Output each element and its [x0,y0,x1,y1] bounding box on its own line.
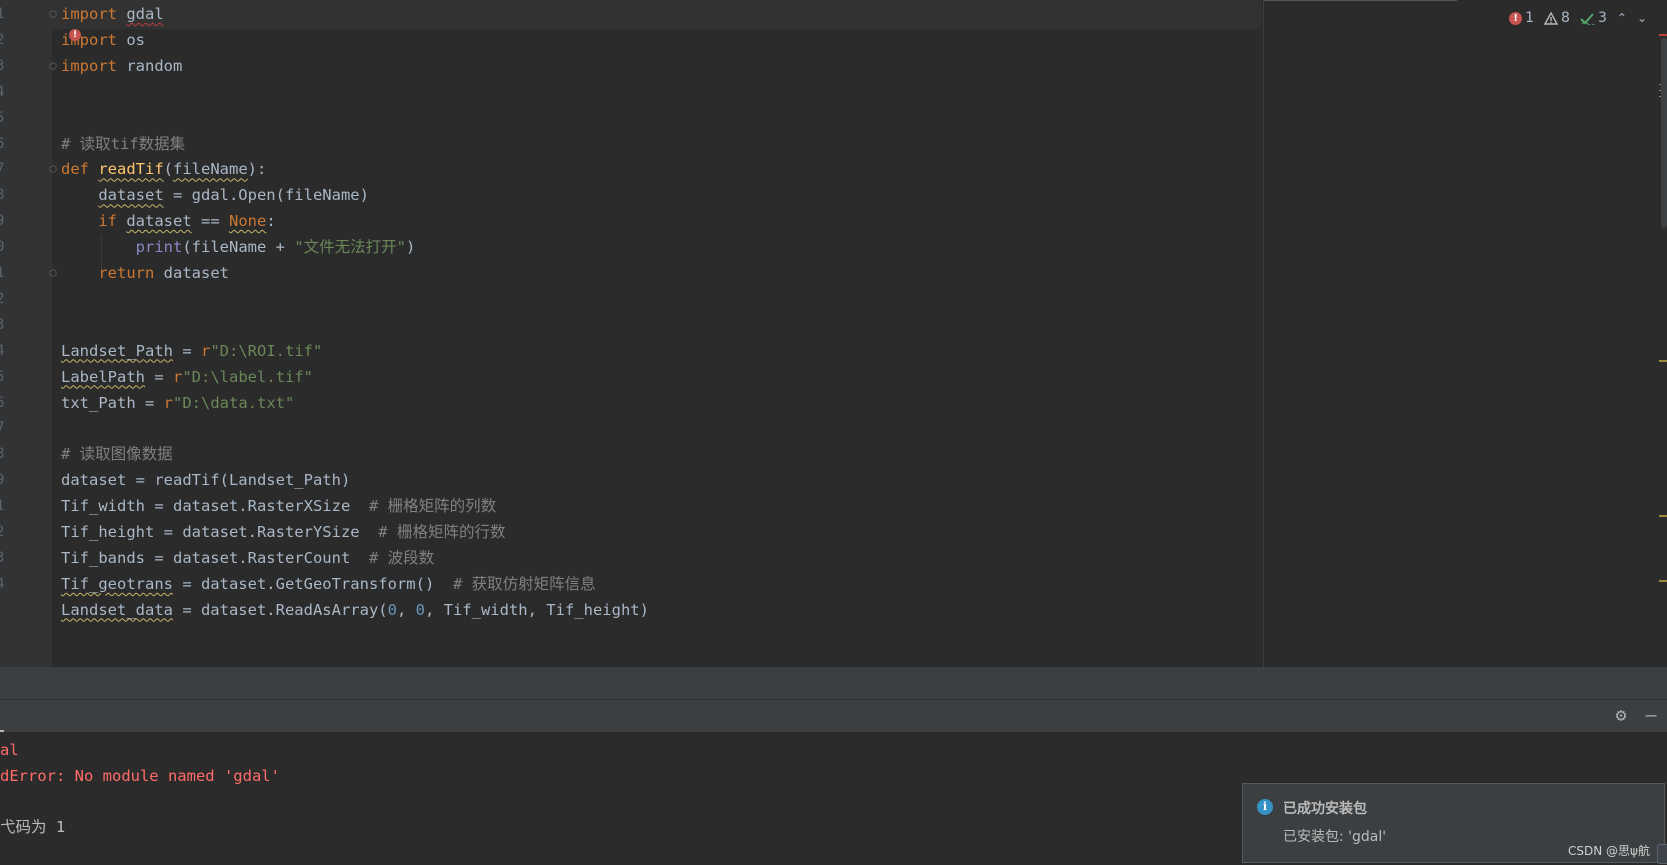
fold-marker-icon[interactable]: ⬡ [48,269,58,279]
error-icon: ! [1509,11,1523,25]
corner-button[interactable] [1657,844,1667,864]
line-number: 4 [0,83,5,100]
line-number: 5 [0,109,5,126]
weak-warning-count[interactable]: 3 [1580,10,1607,26]
line-number: 9 [0,472,5,489]
error-bulb-icon[interactable]: ! [69,29,81,41]
line-number: 3 [0,316,5,333]
previous-problem-icon[interactable]: ⌃ [1617,11,1627,25]
fold-marker-icon[interactable]: ⬡ [48,62,58,72]
error-stripe-mark[interactable] [1659,34,1667,36]
code-line[interactable]: Tif_height = dataset.RasterYSize # 栅格矩阵的… [61,519,505,547]
warning-count-value: 8 [1561,10,1570,26]
error-count[interactable]: ! 1 [1509,10,1534,26]
line-number: 3 [0,57,5,74]
minimize-icon[interactable]: — [1641,706,1661,726]
console-line: 弋码为 1 [0,818,66,837]
code-line[interactable]: Tif_bands = dataset.RasterCount # 波段数 [61,545,434,573]
line-number: 7 [0,420,5,437]
line-number-gutter: 1 2 3 4 5 6 7 8 9 0 1 2 3 4 5 6 7 8 9 1 2 3 4 [0,0,52,667]
line-number: 0 [0,239,5,256]
code-line[interactable]: Landset_Path = r"D:\ROI.tif" [61,338,322,366]
fold-marker-icon[interactable]: ⬡ [48,165,58,175]
code-line[interactable]: LabelPath = r"D:\label.tif" [61,364,313,392]
line-number: 4 [0,575,5,592]
code-line[interactable]: dataset = gdal.Open(fileName) [61,182,369,210]
line-number: 1 [0,265,5,281]
inspection-widget[interactable]: ! 1 8 3 ⌃ ⌄ [1509,8,1647,28]
line-number: 2 [0,31,5,48]
typo-check-icon [1580,12,1595,25]
line-number: 1 [0,498,5,515]
line-number: 6 [0,135,5,152]
right-margin-guide [1263,0,1264,667]
run-panel-header: ⚙ — [0,699,1667,733]
code-line[interactable]: print(fileName + "文件无法打开") [61,234,416,262]
warning-stripe-mark[interactable] [1659,515,1667,517]
console-line: al [0,741,19,759]
top-rule [1263,0,1457,1]
line-number: 9 [0,213,5,230]
watermark: CSDN @思ψ航 [1568,844,1650,858]
line-number: 8 [0,446,5,463]
error-count-value: 1 [1525,10,1535,26]
editor-scrollbar[interactable] [1661,38,1667,228]
line-number: 4 [0,342,5,359]
code-editor[interactable]: 1 2 3 4 5 6 7 8 9 0 1 2 3 4 5 6 7 8 9 1 2 3 4 import gdal impor… [0,0,1667,667]
notification-title: 已成功安装包 [1283,801,1367,817]
console-line: dError: No module named 'gdal' [0,766,280,785]
line-number: 6 [0,394,5,411]
current-line-highlight [0,0,1262,29]
weak-warning-count-value: 3 [1597,10,1607,26]
line-number: 7 [0,161,5,178]
warning-stripe-mark[interactable] [1659,360,1667,362]
next-problem-icon[interactable]: ⌄ [1637,11,1647,25]
notification-body: 已安装包: 'gdal' [1283,829,1387,845]
code-line[interactable]: def readTif(fileName): [61,156,266,184]
code-line[interactable]: import gdal [61,1,164,29]
line-number: 2 [0,290,5,307]
fold-marker-icon[interactable]: ⬡ [48,10,58,20]
code-line[interactable]: Landset_data = dataset.ReadAsArray(0, 0,… [61,597,649,625]
code-line[interactable]: Tif_geotrans = dataset.GetGeoTransform()… [61,571,596,599]
code-line[interactable]: Tif_width = dataset.RasterXSize # 栅格矩阵的列… [61,493,496,521]
warning-icon [1544,11,1559,25]
code-line[interactable]: dataset = readTif(Landset_Path) [61,467,350,495]
panel-divider[interactable] [0,667,1667,699]
code-line[interactable]: txt_Path = r"D:\data.txt" [61,390,294,418]
code-line[interactable]: # 读取tif数据集 [61,131,185,159]
code-line[interactable]: # 读取图像数据 [61,441,173,469]
line-number: 2 [0,524,5,540]
info-icon: i [1257,799,1273,815]
gear-icon[interactable]: ⚙ [1611,706,1631,726]
line-number: 8 [0,187,5,204]
line-number: 1 [0,6,5,22]
warning-stripe-mark[interactable] [1659,580,1667,582]
warning-count[interactable]: 8 [1544,10,1570,26]
line-number: 5 [0,368,5,385]
code-line[interactable]: return dataset [61,260,229,288]
line-number: 3 [0,549,5,566]
code-line[interactable]: import random [61,53,182,81]
code-line[interactable]: if dataset == None: [61,208,275,236]
